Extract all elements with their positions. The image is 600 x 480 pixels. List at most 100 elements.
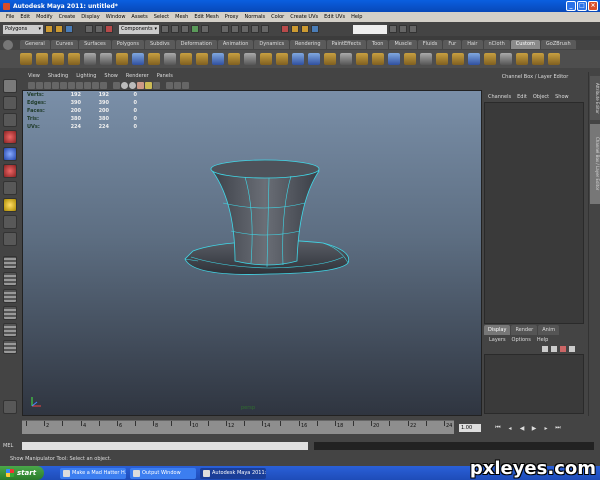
channel-box-area[interactable] [484, 102, 584, 324]
taskbar-item[interactable]: Output Window [130, 467, 196, 479]
menu-edit-uvs[interactable]: Edit UVs [321, 14, 348, 20]
shelf-tool-icon[interactable] [372, 53, 384, 65]
menu-create-uvs[interactable]: Create UVs [287, 14, 321, 20]
save-scene-icon[interactable] [65, 25, 73, 33]
shelf-tool-icon[interactable] [36, 53, 48, 65]
menu-help[interactable]: Help [348, 14, 365, 20]
field-chart-icon[interactable] [92, 81, 99, 89]
shelf-tool-icon[interactable] [164, 53, 176, 65]
image-plane-icon[interactable] [52, 81, 59, 89]
move-layer-down-icon[interactable] [551, 346, 557, 352]
camera-icon[interactable] [28, 81, 35, 89]
resolution-gate-icon[interactable] [76, 81, 83, 89]
shelf-tool-icon[interactable] [116, 53, 128, 65]
shelf-tool-icon[interactable] [404, 53, 416, 65]
shelf-tool-icon[interactable] [276, 53, 288, 65]
channel-menu-object[interactable]: Object [530, 94, 552, 100]
uv-mask-icon[interactable] [191, 25, 199, 33]
shelf-tab-painteffects[interactable]: PaintEffects [326, 40, 366, 49]
lasso-tool-icon[interactable] [3, 95, 17, 110]
shelf-tool-icon[interactable] [388, 53, 400, 65]
shelf-tool-icon[interactable] [68, 53, 80, 65]
shelf-tab-animation[interactable]: Animation [217, 40, 254, 49]
minimize-icon[interactable]: _ [566, 1, 576, 11]
xray-joints-icon[interactable] [182, 81, 189, 89]
scale-tool-icon[interactable] [3, 163, 17, 178]
menu-set-dropdown[interactable]: Polygons ▾ [3, 24, 43, 34]
start-button[interactable]: start [0, 466, 44, 480]
menu-file[interactable]: File [3, 14, 17, 20]
shelf-tab-custom[interactable]: Custom [510, 40, 540, 49]
input-field[interactable] [353, 24, 387, 34]
panel-menu-renderer[interactable]: Renderer [122, 73, 153, 79]
shelf-tab-toon[interactable]: Toon [366, 40, 389, 49]
step-forward-icon[interactable]: ▸ [542, 425, 550, 432]
shelf-tool-icon[interactable] [324, 53, 336, 65]
shelf-tool-icon[interactable] [436, 53, 448, 65]
selection-mask-dropdown[interactable]: Components ▾ [119, 24, 159, 34]
shelf-tool-icon[interactable] [212, 53, 224, 65]
select-hierarchy-icon[interactable] [85, 25, 93, 33]
layer-tab-anim[interactable]: Anim [538, 325, 560, 335]
shelf-tool-icon[interactable] [180, 53, 192, 65]
layout-two-icon[interactable] [3, 289, 17, 304]
perspective-viewport[interactable]: Verts: 192 192 0 Edges: 390 390 0 Faces: 200 200 0 T… [22, 90, 482, 416]
channel-box-tab[interactable]: Channel Box / Layer Editor [590, 124, 600, 204]
close-icon[interactable]: × [588, 1, 598, 11]
shelf-tool-icon[interactable] [484, 53, 496, 65]
shelf-tab-subdivs[interactable]: Subdivs [145, 40, 175, 49]
shelf-tool-icon[interactable] [340, 53, 352, 65]
shelf-tool-icon[interactable] [308, 53, 320, 65]
grid-icon[interactable] [60, 81, 67, 89]
wireframe-on-shaded-icon[interactable] [129, 81, 136, 89]
textured-icon[interactable] [137, 81, 144, 89]
select-component-icon[interactable] [105, 25, 113, 33]
snap-plane-icon[interactable] [251, 25, 259, 33]
shelf-tab-muscle[interactable]: Muscle [389, 40, 417, 49]
layout-outliner-icon[interactable] [3, 306, 17, 321]
camera-attributes-icon[interactable] [36, 81, 43, 89]
layer-list[interactable] [484, 354, 584, 414]
snap-point-icon[interactable] [241, 25, 249, 33]
menu-mesh[interactable]: Mesh [172, 14, 191, 20]
shelf-options-gear-icon[interactable] [3, 40, 13, 50]
channel-menu-edit[interactable]: Edit [514, 94, 530, 100]
menu-modify[interactable]: Modify [33, 14, 56, 20]
film-gate-icon[interactable] [68, 81, 75, 89]
rotate-tool-icon[interactable] [3, 146, 17, 161]
paint-select-tool-icon[interactable] [3, 112, 17, 127]
layout-four-icon[interactable] [3, 272, 17, 287]
taskbar-item[interactable]: Make a Mad Hatter H... [60, 467, 126, 479]
menu-edit[interactable]: Edit [17, 14, 33, 20]
channel-menu-channels[interactable]: Channels [485, 94, 514, 100]
shelf-tool-icon[interactable] [52, 53, 64, 65]
shelf-tab-gozbrush[interactable]: GoZBrush [540, 40, 576, 49]
layer-menu-options[interactable]: Options [509, 337, 534, 343]
show-manipulator-icon[interactable] [3, 214, 17, 229]
shelf-tab-polygons[interactable]: Polygons [111, 40, 144, 49]
shelf-tool-icon[interactable] [516, 53, 528, 65]
last-tool-icon[interactable] [3, 231, 17, 246]
current-frame-field[interactable]: 1.00 [459, 424, 481, 432]
new-scene-icon[interactable] [45, 25, 53, 33]
shelf-tool-icon[interactable] [292, 53, 304, 65]
step-back-icon[interactable]: ◂ [506, 425, 514, 432]
panel-menu-lighting[interactable]: Lighting [72, 73, 100, 79]
isolate-select-icon[interactable] [166, 81, 173, 89]
attribute-editor-tab[interactable]: Attribute Editor [590, 76, 600, 120]
shelf-tool-icon[interactable] [20, 53, 32, 65]
menu-create[interactable]: Create [56, 14, 79, 20]
render-settings-icon[interactable] [311, 25, 319, 33]
shelf-tab-fur[interactable]: Fur [443, 40, 462, 49]
menu-color[interactable]: Color [268, 14, 287, 20]
open-scene-icon[interactable] [55, 25, 63, 33]
select-object-icon[interactable] [95, 25, 103, 33]
shelf-tool-icon[interactable] [452, 53, 464, 65]
layer-menu-help[interactable]: Help [534, 337, 551, 343]
shelf-tool-icon[interactable] [468, 53, 480, 65]
shelf-tool-icon[interactable] [148, 53, 160, 65]
new-layer-selected-icon[interactable] [569, 346, 575, 352]
shelf-tool-icon[interactable] [84, 53, 96, 65]
toggle-channel-box-icon[interactable] [409, 25, 417, 33]
shelf-tab-rendering[interactable]: Rendering [290, 40, 326, 49]
